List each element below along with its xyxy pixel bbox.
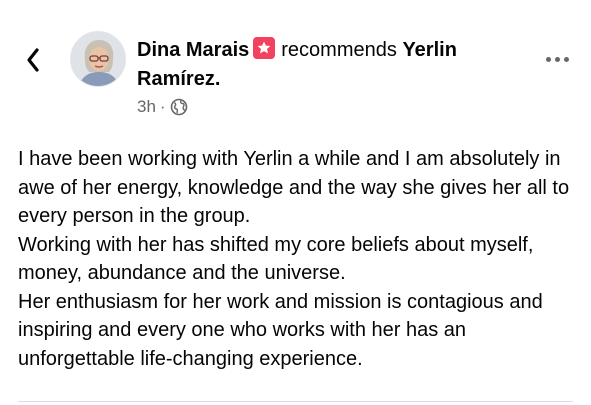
post-header: Dina Marais recommends Yerlin Ramírez. [137, 36, 522, 94]
more-dot [545, 56, 551, 62]
meta-separator: · [159, 97, 166, 116]
author-avatar[interactable] [70, 31, 126, 87]
author-name[interactable]: Dina Marais [137, 39, 249, 61]
more-dot [563, 56, 569, 62]
post-paragraph: Working with her has shifted my core bel… [18, 233, 534, 285]
avatar-image [71, 32, 125, 86]
globe-icon[interactable] [170, 98, 188, 116]
divider [18, 401, 573, 402]
recommends-label: recommends [281, 39, 397, 61]
star-icon [253, 37, 276, 59]
chevron-left-icon [27, 48, 39, 72]
post-paragraph: Her enthusiasm for her work and mission … [18, 290, 543, 370]
back-button[interactable] [18, 45, 48, 75]
more-dot [554, 56, 560, 62]
post-timestamp[interactable]: 3h [137, 97, 156, 117]
post-paragraph: I have been working with Yerlin a while … [18, 148, 570, 227]
post-meta: 3h · [137, 97, 188, 117]
post-body: I have been working with Yerlin a while … [18, 145, 583, 373]
more-options-icon[interactable] [541, 48, 573, 70]
